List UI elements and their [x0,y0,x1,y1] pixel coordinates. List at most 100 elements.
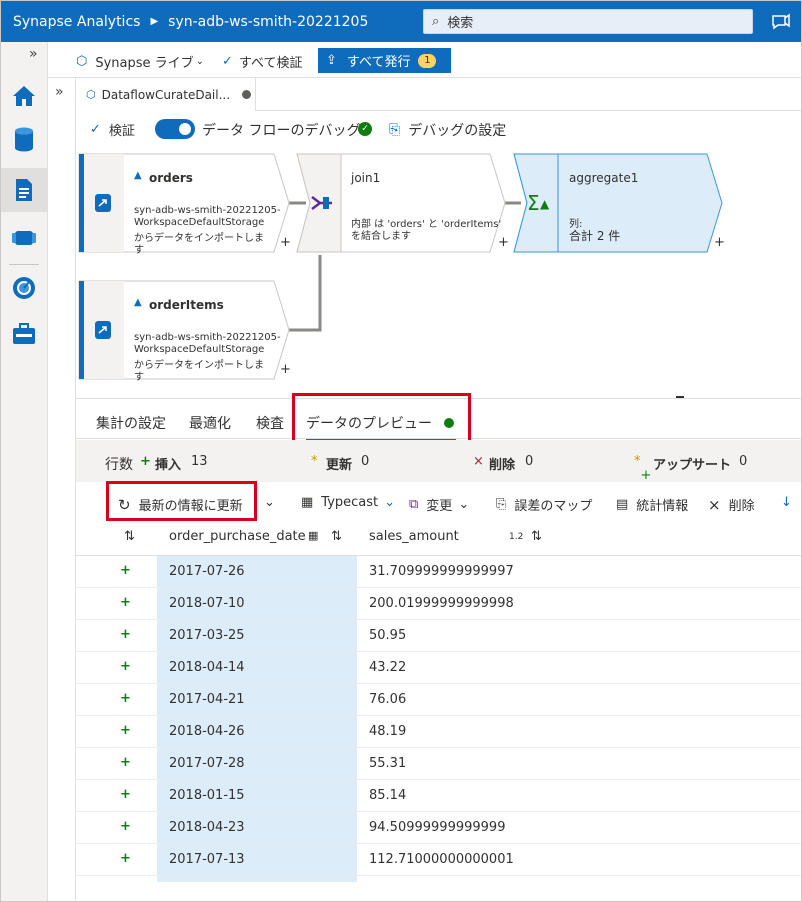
expand-pane-icon[interactable]: » [55,84,64,100]
table-row[interactable]: +2017-07-28 55.31 [76,748,801,780]
validate-button[interactable]: ✓ 検証 [90,120,135,139]
top-bar: Synapse Analytics ▶ syn-adb-ws-smith-202… [1,1,801,42]
search-input[interactable]: ⌕ 検索 [423,9,753,34]
statistics-button[interactable]: ▤ 統計情報 [616,495,688,514]
node-orders-desc-2: WorkspaceDefaultStorage [134,217,265,228]
modify-button[interactable]: ⧉ 変更 ⌄ [409,495,469,514]
node-join1[interactable]: join1 内部 は 'orders' と 'orderItems' を結合しま… [296,153,508,253]
validate-all-icon: ✓ [222,54,233,69]
remove-label: 削除 [728,499,755,514]
insert-label: 挿入 [155,458,182,473]
integrate-icon[interactable] [1,216,47,260]
manage-icon[interactable] [1,312,47,356]
debug-toggle-switch[interactable] [155,119,195,139]
dataflow-canvas[interactable]: ▲ orders syn-adb-ws-smith-20221205- Work… [76,147,801,399]
feedback-icon[interactable] [771,12,791,30]
tab-optimize[interactable]: 最適化 [189,413,231,433]
home-icon[interactable] [1,74,47,118]
map-drifted-icon: ⎘ [496,497,507,512]
node-orders-title: orders [149,171,193,185]
delete-label: 削除 [489,458,516,473]
amount-sort-icon[interactable]: ⇅ [531,529,542,544]
dataflow-icon: ⬡ [86,88,96,101]
upsert-label: アップサート [653,458,732,473]
date-sort-icon[interactable]: ⇅ [331,529,342,544]
typecast-button[interactable]: ▦ Typecast ⌄ [301,495,395,510]
row-sort-icon[interactable]: ⇅ [124,529,135,544]
tab-aggregate-settings[interactable]: 集計の設定 [96,413,166,433]
column-header-order-purchase-date[interactable]: order_purchase_date [169,529,306,544]
insert-row-icon: + [120,595,131,610]
remove-x-icon: × [708,495,721,514]
cell-order-purchase-date: 2018-04-23 [169,820,245,835]
search-icon: ⌕ [432,14,440,29]
cell-order-purchase-date: 2017-07-28 [169,756,245,771]
date-type-icon: ▦ [308,529,319,542]
table-row[interactable]: +2018-07-10 200.01999999999998 [76,588,801,620]
cell-order-purchase-date: 2017-07-26 [169,564,245,579]
insert-row-icon: + [120,627,131,642]
editor-tab-bar: ⬡ DataflowCurateDail... [76,78,801,111]
node-orderitems-desc-2: WorkspaceDefaultStorage [134,344,265,355]
aggregate-triangle-icon: ▲ [540,197,550,211]
add-transform-aggregate1-button[interactable]: + [714,235,725,250]
refresh-dropdown-chevron-icon[interactable]: ⌄ [264,495,275,510]
debug-settings-button[interactable]: ⎘ デバッグの設定 [389,120,506,140]
node-aggregate1[interactable]: Σ ▲ aggregate1 列: 合計 2 件 [513,153,725,253]
remove-button[interactable]: × 削除 [708,495,755,515]
synapse-live-icon: ⬡ [76,54,88,69]
monitor-icon[interactable] [1,266,47,310]
publish-all-button[interactable]: ⇪ すべて発行 1 [318,48,451,73]
add-transform-orderitems-button[interactable]: + [280,362,291,377]
update-count: 0 [361,454,370,469]
synapse-live-label: Synapse ライブ [95,56,194,71]
validate-all-button[interactable]: ✓ すべて検証 [222,52,302,71]
table-row[interactable]: +2018-01-15 85.14 [76,780,801,812]
export-download-icon[interactable]: ↓ [781,495,792,510]
cell-sales-amount: 85.14 [369,788,407,803]
node-aggregate1-title: aggregate1 [569,171,639,185]
cell-sales-amount: 31.709999999999997 [369,564,514,579]
statistics-label: 統計情報 [636,499,689,514]
node-orderitems[interactable]: ▲ orderItems syn-adb-ws-smith-20221205- … [76,280,291,383]
cell-order-purchase-date: 2018-04-14 [169,660,245,675]
synapse-live-dropdown[interactable]: ⬡ Synapse ライブ ⌄ [76,52,204,71]
column-header-sales-amount[interactable]: sales_amount [369,529,459,544]
data-icon[interactable] [1,118,47,162]
aggregate-icon: Σ [527,191,540,215]
typecast-chevron-icon: ⌄ [384,495,396,510]
workspace-name[interactable]: syn-adb-ws-smith-20221205 [168,14,368,30]
expand-rail-icon[interactable]: » [29,46,38,62]
add-transform-join1-button[interactable]: + [498,235,509,250]
insert-row-icon: + [120,723,131,738]
editor-collapse-strip: » [48,78,76,901]
table-row[interactable]: +2017-04-21 76.06 [76,684,801,716]
node-orders[interactable]: ▲ orders syn-adb-ws-smith-20221205- Work… [76,153,291,256]
cell-sales-amount: 50.95 [369,628,407,643]
table-row[interactable]: +2017-07-26 31.709999999999997 [76,556,801,588]
add-transform-orders-button[interactable]: + [280,235,291,250]
tab-inspect[interactable]: 検査 [256,413,284,433]
typecast-label: Typecast [321,495,379,510]
node-join1-title: join1 [351,171,381,185]
delete-count: 0 [525,454,534,469]
develop-icon[interactable] [1,168,47,212]
app-title[interactable]: Synapse Analytics [13,14,140,30]
dataflow-toolbar: ✓ 検証 データ フローのデバッグ ✓ ⎘ デバッグの設定 [76,113,801,145]
table-row[interactable]: +2018-04-14 43.22 [76,652,801,684]
insert-row-icon: + [120,755,131,770]
table-row[interactable]: +2018-04-23 94.50999999999999 [76,812,801,844]
table-row[interactable]: +2017-07-13 112.71000000000001 [76,844,801,876]
orders-source-icon: ▲ [134,170,142,181]
insert-row-icon: + [120,787,131,802]
debug-toggle[interactable] [155,119,195,143]
join-icon [311,196,332,210]
node-orders-desc-1: syn-adb-ws-smith-20221205- [134,205,281,216]
row-stats-bar: 行数 + 挿入 13 * 更新 0 × 削除 0 * + アップサート 0 [76,440,801,483]
table-row[interactable]: +2018-04-26 48.19 [76,716,801,748]
tab-dataflow[interactable]: ⬡ DataflowCurateDail... [76,78,256,111]
table-row[interactable]: +2017-03-25 50.95 [76,620,801,652]
map-drifted-button[interactable]: ⎘ 誤差のマップ [496,495,592,514]
validate-all-label: すべて検証 [238,56,303,71]
publish-icon: ⇪ [326,53,337,68]
